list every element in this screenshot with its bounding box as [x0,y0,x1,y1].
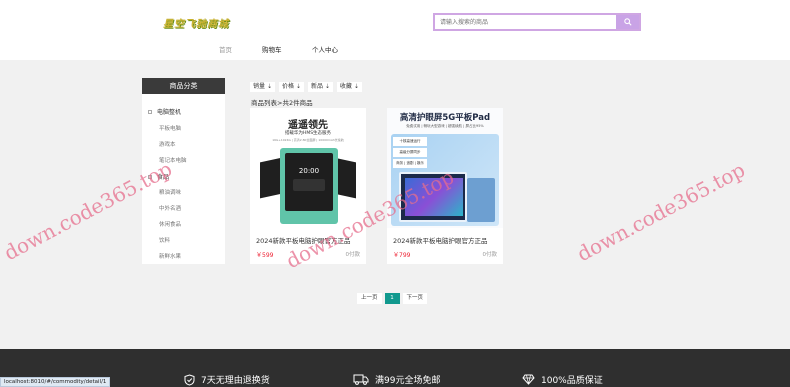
shield-check-icon [184,373,195,386]
pagination: 上一页 1 下一页 [357,293,428,304]
sort-toolbar: 销量 ⇣ 价格 ⇣ 新品 ⇣ 收藏 ⇣ [250,82,362,92]
header: 星空飞驰商城 首页 购物车 个人中心 [0,0,790,60]
nav-user-center[interactable]: 个人中心 [312,44,338,54]
tablet-back-left [260,157,282,199]
sort-favorites[interactable]: 收藏 ⇣ [336,82,362,92]
product-count: 商品列表>共2件商品 [251,99,313,107]
search-input[interactable] [435,15,618,29]
tablet-screen: 20:00 [285,153,333,211]
subcategory-grain-oil[interactable]: 粮油调味 [159,188,181,196]
nav-home[interactable]: 首页 [219,44,232,54]
nav-cart[interactable]: 购物车 [262,44,282,54]
sort-arrow-icon: ⇣ [324,83,330,90]
product-price: ￥799 [393,252,411,259]
sidebar-title: 商品分类 [142,78,225,94]
product-price: ￥599 [256,252,274,259]
prev-page-button[interactable]: 上一页 [357,293,382,304]
sort-arrow-icon: ⇣ [266,83,272,90]
tablet-case: 20:00 [280,148,338,224]
subcategory-fruit[interactable]: 新鲜水果 [159,252,181,260]
search-icon [623,18,632,26]
watermark-text: down.code365.top [573,157,749,267]
sort-price[interactable]: 价格 ⇣ [278,82,304,92]
category-computer[interactable]: 电脑整机 [148,107,181,116]
footer-feature-returns: 7天无理由退换货 [184,373,270,386]
diamond-icon [522,374,535,385]
subcategory-snacks[interactable]: 休闲食品 [159,220,181,228]
tablet-stand [467,178,495,222]
site-logo[interactable]: 星空飞驰商城 [163,15,229,30]
search-bar [433,13,641,31]
product-paid-count: 0付款 [482,252,498,258]
sort-arrow-icon: ⇣ [295,83,301,90]
footer-feature-shipping: 满99元全场免邮 [353,373,440,386]
subcategory-drinks[interactable]: 饮料 [159,236,170,244]
product-paid-count: 0付款 [345,252,361,258]
sort-arrow-icon: ⇣ [353,83,359,90]
sort-sales[interactable]: 销量 ⇣ [250,82,275,92]
subcategory-tablet[interactable]: 平板电脑 [159,124,181,132]
status-bar-url: localhost:8010/#/commodity/detail/1 [0,377,111,387]
sort-new[interactable]: 新品 ⇣ [307,82,333,92]
product-image[interactable]: 遥遥领先 搭载华为HMS生态服务 16G+1024G | 高清2.8K全面屏 |… [250,108,366,228]
search-button[interactable] [616,15,639,29]
subcategory-liquor[interactable]: 中外名酒 [159,204,181,212]
product-name[interactable]: 2024新款平板电脑护眼官方正品 [393,235,488,245]
collapse-icon [148,109,152,114]
truck-icon [353,374,369,385]
page-number-button[interactable]: 1 [384,293,400,304]
subcategory-gaming-laptop[interactable]: 游戏本 [159,140,176,148]
next-page-button[interactable]: 下一页 [402,293,428,304]
footer-feature-quality: 100%品质保证 [522,373,603,386]
